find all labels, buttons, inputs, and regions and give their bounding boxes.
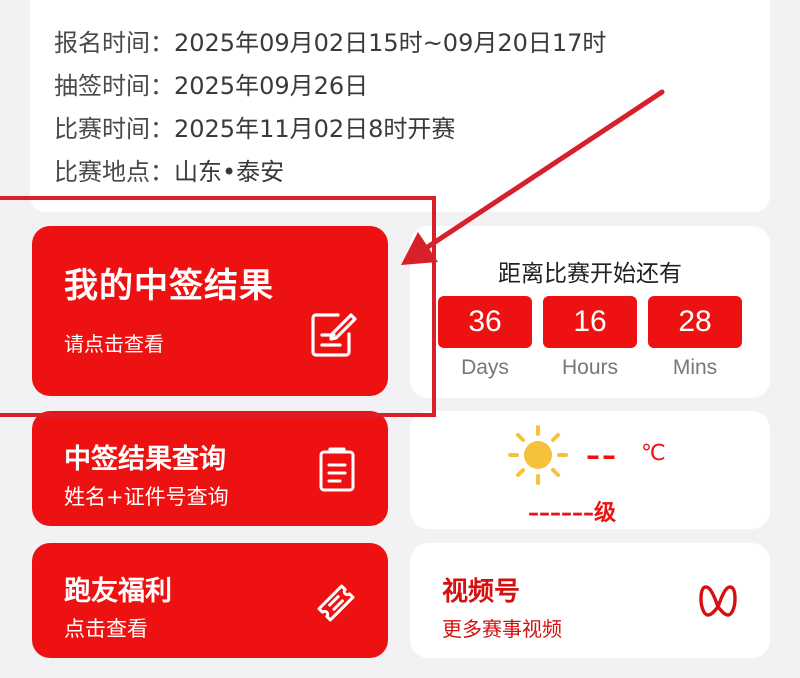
ticket-icon: [314, 581, 358, 629]
race-time-value: 2025年11月02日8时开赛: [174, 115, 456, 143]
temperature-unit: ℃: [641, 441, 666, 466]
draw-result-query-button[interactable]: 中签结果查询 姓名+证件号查询: [32, 411, 388, 526]
race-time-row: 比赛时间： 2025年11月02日8时开赛: [54, 108, 746, 151]
venue-value: 山东•泰安: [174, 158, 285, 186]
countdown-mins-value: 28: [648, 296, 742, 348]
video-channel-title: 视频号: [442, 577, 521, 607]
video-channel-icon: [698, 583, 738, 623]
video-channel-button[interactable]: 视频号 更多赛事视频: [410, 543, 770, 658]
venue-row: 比赛地点： 山东•泰安: [54, 151, 746, 194]
my-draw-result-subtitle: 请点击查看: [64, 332, 164, 356]
race-time-label: 比赛时间：: [54, 115, 174, 143]
video-channel-subtitle: 更多赛事视频: [442, 617, 562, 641]
countdown-card: 距离比赛开始还有 36 16 28 Days Hours Mins: [410, 226, 770, 398]
wind-level-value: ––––––级: [528, 501, 617, 526]
draw-result-query-title: 中签结果查询: [64, 444, 226, 475]
draw-time-row: 抽签时间： 2025年09月26日: [54, 65, 746, 108]
draw-time-label: 抽签时间：: [54, 72, 174, 100]
weather-card: –– ℃ ––––––级: [410, 411, 770, 529]
runner-benefits-title: 跑友福利: [64, 576, 172, 607]
countdown-hours-value: 16: [543, 296, 637, 348]
countdown-title: 距离比赛开始还有: [498, 261, 682, 287]
countdown-days-unit: Days: [461, 356, 509, 379]
countdown-mins-unit: Mins: [672, 356, 718, 379]
draw-time-value: 2025年09月26日: [174, 72, 369, 100]
venue-label: 比赛地点：: [54, 158, 174, 186]
my-draw-result-title: 我的中签结果: [64, 266, 274, 306]
signup-time-row: 报名时间： 2025年09月02日15时~09月20日17时: [54, 22, 746, 65]
countdown-hours-unit: Hours: [561, 356, 619, 379]
event-info-card: 报名时间： 2025年09月02日15时~09月20日17时 抽签时间： 202…: [30, 0, 770, 212]
signup-time-value: 2025年09月02日15时~09月20日17时: [174, 29, 607, 57]
runner-benefits-button[interactable]: 跑友福利 点击查看: [32, 543, 388, 658]
runner-benefits-subtitle: 点击查看: [64, 617, 148, 641]
countdown-days-value: 36: [438, 296, 532, 348]
draw-result-query-subtitle: 姓名+证件号查询: [64, 485, 229, 509]
my-draw-result-button[interactable]: 我的中签结果 请点击查看: [32, 226, 388, 396]
sun-icon: [506, 423, 570, 491]
temperature-value: ––: [586, 439, 618, 472]
edit-note-icon: [308, 310, 358, 364]
clipboard-icon: [318, 447, 356, 497]
signup-time-label: 报名时间：: [54, 29, 174, 57]
